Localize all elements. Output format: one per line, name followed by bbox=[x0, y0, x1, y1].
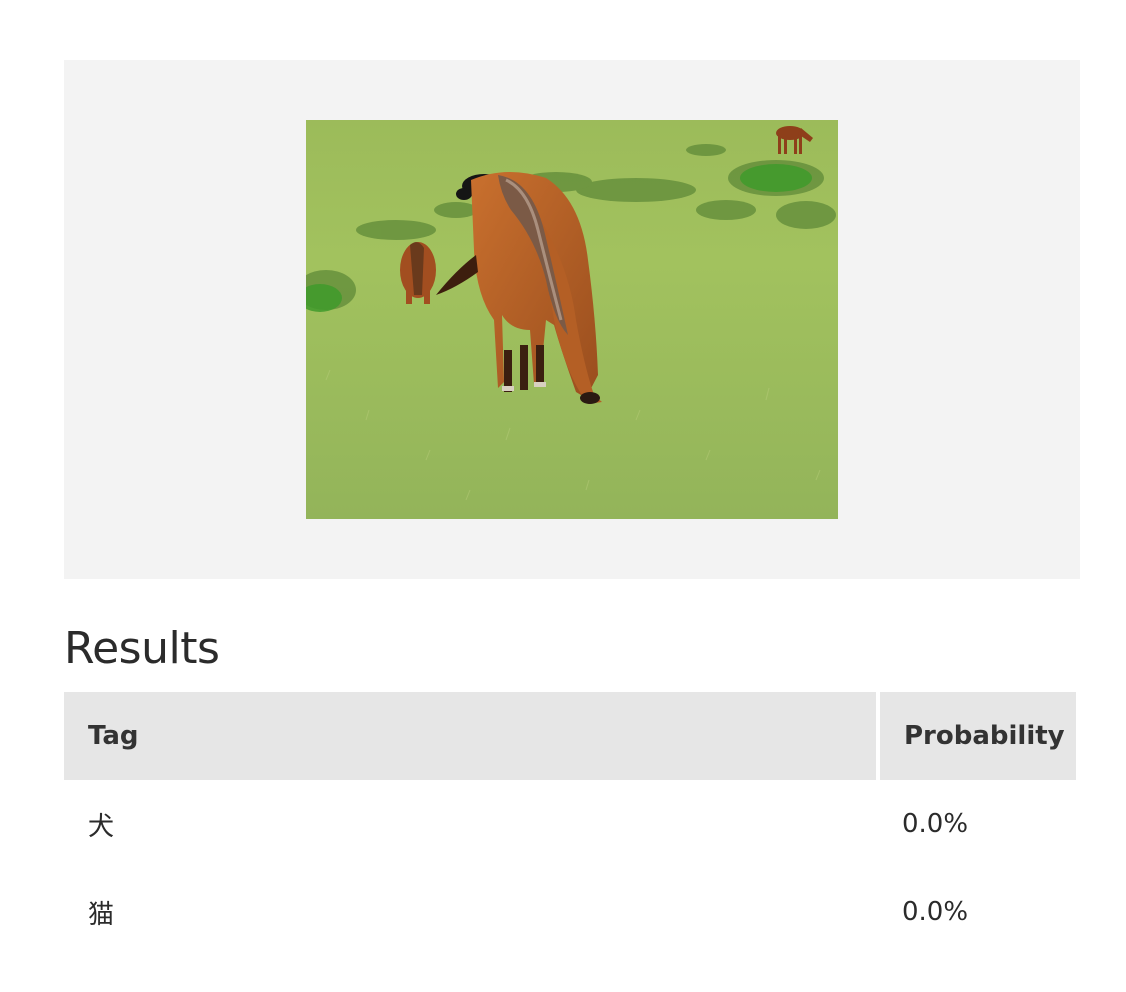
image-preview-panel bbox=[64, 60, 1080, 579]
table-row: 猫 0.0% bbox=[64, 868, 1076, 956]
uploaded-photo bbox=[306, 120, 838, 519]
column-header-tag: Tag bbox=[64, 692, 876, 780]
column-header-probability: Probability bbox=[876, 692, 1076, 780]
probability-cell: 0.0% bbox=[902, 809, 969, 839]
tag-cell: 猫 bbox=[88, 899, 115, 930]
results-heading: Results bbox=[64, 623, 220, 674]
tag-cell: 犬 bbox=[88, 811, 115, 842]
results-table: Tag Probability 犬 0.0% 猫 0.0% bbox=[64, 692, 1076, 956]
table-header-row: Tag Probability bbox=[64, 692, 1076, 780]
probability-cell: 0.0% bbox=[902, 897, 969, 927]
table-row: 犬 0.0% bbox=[64, 780, 1076, 868]
